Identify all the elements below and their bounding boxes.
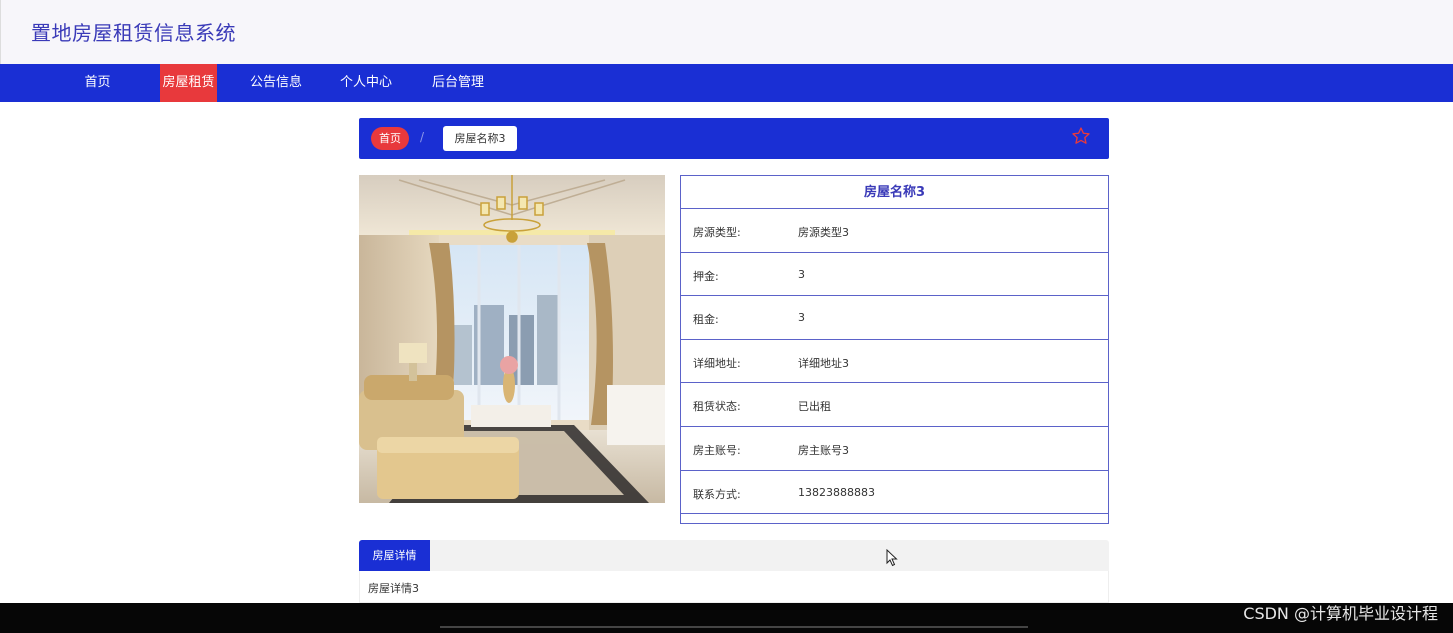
detail-content: 房屋详情3 [368, 582, 419, 595]
nav-item-admin[interactable]: 后台管理 [422, 64, 494, 102]
info-row-address: 详细地址: 详细地址3 [681, 340, 1108, 384]
info-label: 联系方式: [693, 487, 741, 501]
watermark: CSDN @计算机毕业设计程 [1243, 604, 1438, 623]
video-bottom-bar: CSDN @计算机毕业设计程 [0, 603, 1453, 633]
house-info-table: 房屋名称3 房源类型: 房源类型3 押金: 3 租金: 3 详细地址: 详细地址… [680, 175, 1109, 524]
info-row-type: 房源类型: 房源类型3 [681, 209, 1108, 253]
nav-item-home[interactable]: 首页 [70, 64, 125, 102]
tab-house-details[interactable]: 房屋详情 [359, 540, 430, 571]
breadcrumb-separator: / [420, 130, 425, 144]
info-label: 租赁状态: [693, 400, 741, 414]
info-row-status: 租赁状态: 已出租 [681, 383, 1108, 427]
info-label: 房源类型: [693, 226, 741, 239]
detail-tab-bar: 房屋详情 [359, 540, 1109, 571]
info-value: 3 [798, 311, 805, 325]
info-value: 13823888883 [798, 485, 875, 499]
progress-track [440, 626, 1028, 628]
breadcrumb: 首页 / 房屋名称3 [359, 118, 1109, 159]
star-outline-icon[interactable] [1071, 126, 1091, 146]
info-value: 详细地址3 [798, 356, 849, 370]
breadcrumb-current: 房屋名称3 [443, 126, 517, 151]
detail-panel: 房屋详情3 [359, 571, 1109, 603]
nav-item-profile[interactable]: 个人中心 [330, 64, 402, 102]
nav-item-announcements[interactable]: 公告信息 [240, 64, 312, 102]
info-value: 3 [798, 267, 805, 281]
nav-item-rental[interactable]: 房屋租赁 [160, 64, 217, 102]
info-row-owner: 房主账号: 房主账号3 [681, 427, 1108, 471]
info-label: 租金: [693, 313, 719, 327]
info-value: 房主账号3 [798, 443, 849, 457]
site-title: 置地房屋租赁信息系统 [31, 21, 236, 45]
info-value: 房源类型3 [798, 226, 849, 239]
info-label: 房主账号: [693, 443, 741, 457]
mouse-pointer-icon [886, 549, 898, 567]
info-row-rent: 租金: 3 [681, 296, 1108, 340]
house-name: 房屋名称3 [681, 176, 1108, 209]
info-row-contact: 联系方式: 13823888883 [681, 471, 1108, 515]
site-header: 置地房屋租赁信息系统 [0, 0, 1453, 64]
breadcrumb-home-link[interactable]: 首页 [371, 127, 409, 150]
house-photo [359, 175, 665, 503]
info-row-deposit: 押金: 3 [681, 253, 1108, 297]
info-label: 详细地址: [693, 356, 741, 370]
main-nav: 首页 房屋租赁 公告信息 个人中心 后台管理 [0, 64, 1453, 102]
info-value: 已出租 [798, 400, 831, 414]
info-label: 押金: [693, 269, 719, 283]
